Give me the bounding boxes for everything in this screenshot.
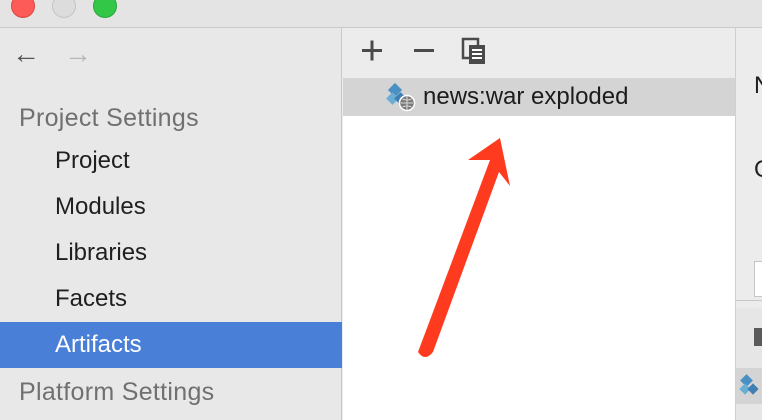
output-artifact-icon <box>739 374 759 395</box>
project-settings-header: Project Settings <box>19 104 199 132</box>
minimize-window-button[interactable] <box>52 0 76 18</box>
folder-icon[interactable] <box>754 328 762 346</box>
sidebar-item-artifacts[interactable]: Artifacts <box>0 322 342 368</box>
artifact-details-panel: N O <box>735 28 762 420</box>
details-divider <box>736 300 762 301</box>
sidebar-item-project[interactable]: Project <box>0 138 342 184</box>
artifact-item[interactable]: news:war exploded <box>343 78 735 116</box>
details-label-name: N <box>754 72 762 100</box>
forward-arrow-icon[interactable]: → <box>64 40 92 68</box>
plus-icon[interactable] <box>357 36 387 66</box>
zoom-window-button[interactable] <box>93 0 117 18</box>
artifacts-panel: news:war exploded <box>343 28 735 420</box>
sidebar-item-facets[interactable]: Facets <box>0 276 342 322</box>
settings-sidebar: ← → Project Settings Project Modules Lib… <box>0 28 342 420</box>
back-arrow-icon[interactable]: ← <box>12 40 40 68</box>
artifact-label: news:war exploded <box>423 83 629 110</box>
title-bar <box>0 0 762 28</box>
details-label-output: O <box>754 156 762 184</box>
web-artifact-icon <box>386 82 416 112</box>
minus-icon[interactable] <box>409 36 439 66</box>
artifacts-toolbar <box>343 28 735 78</box>
platform-settings-header: Platform Settings <box>19 378 215 406</box>
sidebar-item-modules[interactable]: Modules <box>0 184 342 230</box>
sidebar-item-libraries[interactable]: Libraries <box>0 230 342 276</box>
details-input-field[interactable] <box>754 261 762 297</box>
copy-icon[interactable] <box>460 36 490 66</box>
close-window-button[interactable] <box>11 0 35 18</box>
